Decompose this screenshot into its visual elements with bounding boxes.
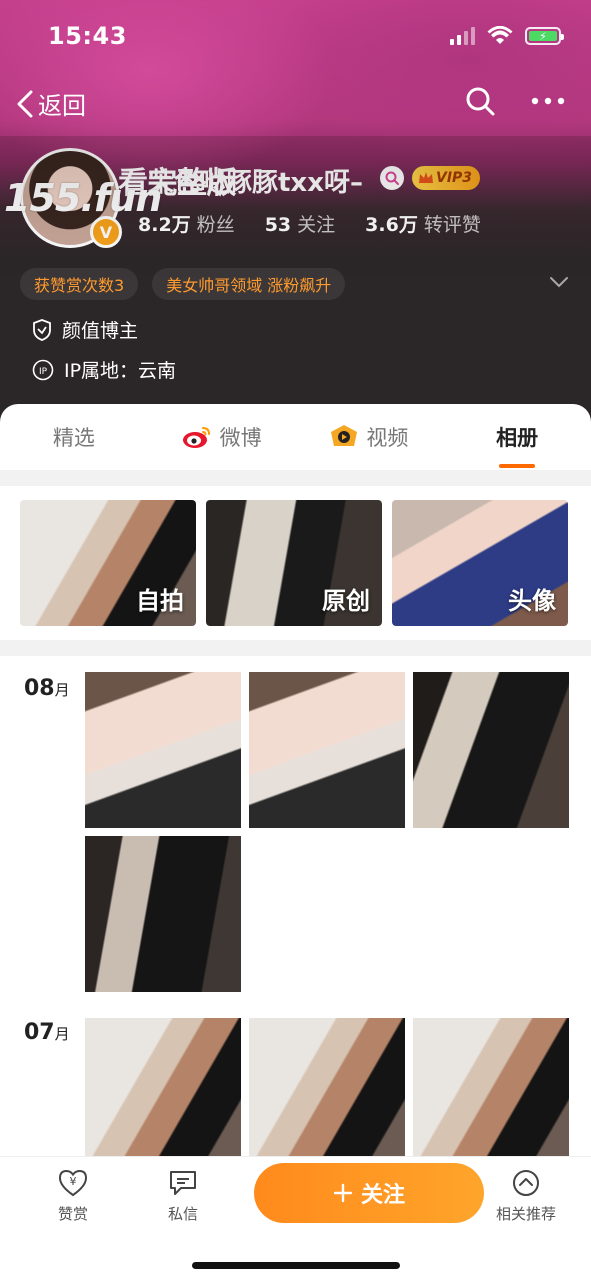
section-divider — [0, 640, 591, 656]
vip-badge[interactable]: VIP3 — [412, 166, 481, 190]
back-label: 返回 — [38, 92, 86, 120]
tag-domain[interactable]: 美女帅哥领域 涨粉飙升 — [152, 268, 346, 300]
photo-thumbnail[interactable] — [413, 1018, 569, 1164]
stat-interactions[interactable]: 3.6万 转评赞 — [365, 210, 481, 237]
month-label-07: 07月 — [24, 1020, 70, 1045]
reward-label: 赞赏 — [58, 1205, 89, 1223]
stat-followers[interactable]: 8.2万 粉丝 — [138, 210, 235, 237]
vip-label: VIP3 — [436, 170, 473, 186]
follow-button[interactable]: 关注 — [254, 1163, 484, 1223]
profile-stats: 8.2万 粉丝 53 关注 3.6万 转评赞 — [138, 210, 481, 237]
svg-text:IP: IP — [39, 367, 48, 377]
back-chevron-icon — [17, 90, 33, 117]
profile-summary: V 茉色哒豚豚txx呀– 看完整版 155.fun VIP3 8.2万 粉丝 53… — [0, 140, 591, 250]
ip-icon: IP — [32, 359, 54, 380]
vip-crown-icon — [419, 172, 433, 183]
photo-grid-07 — [85, 1018, 575, 1164]
svg-text:¥: ¥ — [70, 1175, 77, 1188]
photo-thumbnail[interactable] — [85, 1018, 241, 1164]
tab-video[interactable]: 视频 — [296, 404, 444, 470]
tab-weibo[interactable]: 微博 — [148, 404, 296, 470]
album-label: 头像 — [508, 587, 556, 615]
photo-thumbnail[interactable] — [249, 1018, 405, 1164]
back-button[interactable]: 返回 — [16, 86, 86, 121]
message-icon — [170, 1171, 196, 1195]
more-icon[interactable] — [531, 96, 565, 106]
photo-thumbnail[interactable] — [85, 672, 241, 828]
photo-thumbnail[interactable] — [413, 672, 569, 828]
tab-bar: 精选 微博 视频 相册 — [0, 404, 591, 470]
name-badges: VIP3 — [380, 166, 481, 190]
search-badge-icon[interactable] — [380, 166, 404, 190]
watermark-site: 155.fun — [4, 176, 162, 220]
content-card: 精选 微博 视频 相册 自拍 原创 头像 08月 07月 — [0, 404, 591, 1164]
album-original[interactable]: 原创 — [206, 500, 382, 626]
avatar[interactable] — [20, 148, 120, 248]
home-indicator — [192, 1262, 400, 1269]
album-avatar[interactable]: 头像 — [392, 500, 568, 626]
weibo-icon — [182, 427, 210, 448]
related-icon — [513, 1170, 539, 1196]
follow-label: 关注 — [360, 1183, 405, 1208]
month-label-08: 08月 — [24, 676, 70, 701]
search-icon[interactable] — [465, 86, 495, 116]
section-divider — [0, 470, 591, 486]
reward-button[interactable]: ¥ 赞赏 — [58, 1169, 88, 1224]
nav-actions — [465, 86, 565, 116]
ip-location: IP属地：云南 — [64, 360, 177, 382]
stat-following[interactable]: 53 关注 — [265, 210, 335, 237]
watermark-text: 看完整版 — [118, 166, 237, 201]
profile-tags: 获赞赏次数3 美女帅哥领域 涨粉飙升 — [20, 268, 346, 300]
chevron-down-icon[interactable] — [549, 276, 569, 288]
tab-featured[interactable]: 精选 — [0, 404, 148, 470]
nav-bar: 返回 — [0, 78, 591, 134]
related-label: 相关推荐 — [496, 1205, 557, 1223]
tab-album[interactable]: 相册 — [443, 404, 591, 470]
video-icon — [331, 425, 358, 446]
album-label: 自拍 — [136, 587, 184, 615]
wifi-icon — [487, 26, 513, 44]
album-label: 原创 — [322, 587, 370, 615]
photo-thumbnail[interactable] — [249, 672, 405, 828]
verified-icon: V — [90, 216, 122, 248]
related-button[interactable]: 相关推荐 — [496, 1169, 556, 1224]
role-line: 颜值博主 — [32, 316, 138, 343]
album-selfie[interactable]: 自拍 — [20, 500, 196, 626]
status-bar: 15:43 ⚡ — [0, 0, 591, 72]
role-text: 颜值博主 — [62, 320, 139, 342]
status-icons: ⚡ — [450, 26, 564, 46]
plus-icon — [333, 1183, 353, 1203]
photo-thumbnail[interactable] — [85, 836, 241, 992]
battery-icon: ⚡ — [525, 27, 564, 45]
album-folders: 自拍 原创 头像 — [20, 500, 568, 626]
reward-icon: ¥ — [58, 1169, 88, 1197]
message-label: 私信 — [168, 1205, 199, 1223]
photo-grid-08 — [85, 672, 575, 992]
username: 茉色哒豚豚txx呀– — [148, 168, 363, 198]
status-time: 15:43 — [48, 22, 127, 50]
tag-reward-count[interactable]: 获赞赏次数3 — [20, 268, 139, 300]
profile-header: 15:43 ⚡ 返回 V 茉色哒豚豚txx呀– 看完整版 155.fun VIP… — [0, 0, 591, 430]
signal-icon — [450, 27, 475, 45]
ip-line: IP IP属地：云南 — [32, 356, 176, 383]
shield-icon — [33, 318, 51, 341]
message-button[interactable]: 私信 — [168, 1169, 198, 1224]
